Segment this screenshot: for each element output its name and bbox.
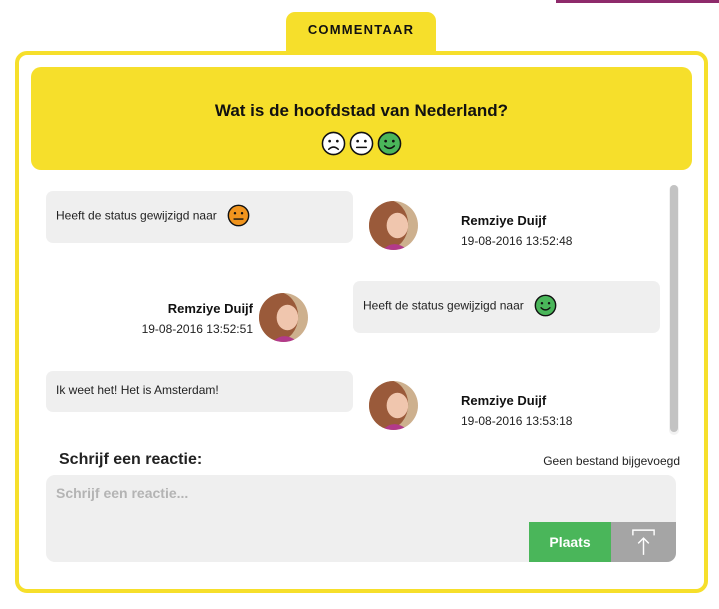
avatar	[259, 293, 308, 342]
comments-panel: Wat is de hoofdstad van Nederland? Heeft…	[15, 51, 708, 593]
message-bubble: Heeft de status gewijzigd naar	[46, 191, 353, 243]
question-text: Wat is de hoofdstad van Nederland?	[214, 101, 509, 120]
avatar	[369, 201, 418, 250]
timestamp: 19-08-2016 13:53:18	[461, 414, 573, 428]
corner-decoration	[556, 0, 719, 3]
sad-face-icon[interactable]	[321, 131, 346, 156]
message-list[interactable]: Heeft de status gewijzigd naar Remziye D…	[19, 181, 704, 441]
avatar	[369, 381, 418, 430]
happy-face-icon	[534, 294, 557, 317]
author-name: Remziye Duijf	[461, 213, 547, 228]
post-button[interactable]: Plaats	[529, 522, 611, 562]
message-bubble: Heeft de status gewijzigd naar	[353, 281, 660, 333]
scroll-thumb[interactable]	[670, 185, 678, 432]
neutral-face-icon	[227, 204, 250, 227]
timestamp: 19-08-2016 13:52:51	[141, 322, 253, 336]
author-name: Remziye Duijf	[167, 301, 253, 316]
happy-face-icon[interactable]	[377, 131, 402, 156]
rating-row	[31, 131, 692, 156]
tab-label: COMMENTAAR	[307, 21, 415, 37]
composer-label: Schrijf een reactie:	[59, 451, 203, 468]
timestamp: 19-08-2016 13:52:48	[461, 234, 573, 248]
author-name: Remziye Duijf	[461, 393, 547, 408]
attachment-status: Geen bestand bijgevoegd	[543, 454, 680, 468]
upload-button[interactable]	[611, 522, 676, 562]
neutral-face-icon[interactable]	[349, 131, 374, 156]
message-bubble: Ik weet het! Het is Amsterdam!	[46, 371, 353, 412]
message-text: Heeft de status gewijzigd naar	[363, 298, 524, 313]
question-box: Wat is de hoofdstad van Nederland?	[31, 67, 692, 170]
upload-icon	[632, 528, 655, 555]
message-text: Heeft de status gewijzigd naar	[56, 208, 217, 223]
comment-input[interactable]	[46, 475, 526, 555]
message-scrollbar[interactable]	[669, 185, 679, 435]
comment-composer: Plaats	[46, 475, 676, 562]
message-text: Ik weet het! Het is Amsterdam!	[56, 382, 219, 397]
